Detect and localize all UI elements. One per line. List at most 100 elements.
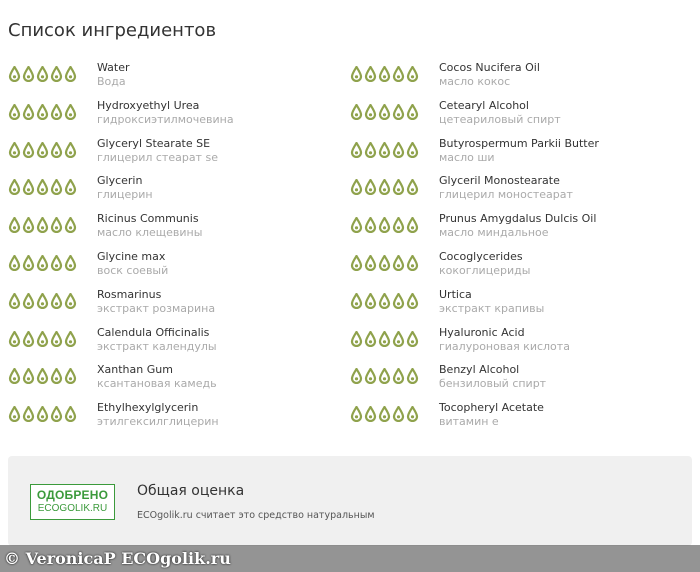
green-drop-icon [8,330,21,347]
green-drop-icon [64,141,77,158]
ingredient-russian-name: бензиловый спирт [439,377,547,391]
green-drop-icon [392,330,405,347]
green-drop-icon [392,292,405,309]
green-drop-icon [364,330,377,347]
ingredient-latin-name[interactable]: Cetearyl Alcohol [439,99,561,113]
ingredient-names: Calendula Officinalis экстракт календулы [97,326,217,353]
green-drop-icon [364,217,377,234]
green-drop-icon [350,330,363,347]
green-drop-icon [50,292,63,309]
green-drop-icon [406,179,419,196]
green-drop-icon [364,103,377,120]
green-drop-icon [8,103,21,120]
green-drop-icon [350,141,363,158]
ingredient-rating [350,250,439,271]
ingredient-row: Tocopheryl Acetate витамин е [350,401,692,439]
green-drop-icon [378,292,391,309]
ingredient-row: Prunus Amygdalus Dulcis Oil масло миндаль… [350,212,692,250]
green-drop-icon [64,330,77,347]
green-drop-icon [22,330,35,347]
ingredient-russian-name: экстракт розмарина [97,301,216,315]
ingredient-row: Cocos Nucifera Oil масло кокос [350,61,692,99]
ingredient-rating [8,137,97,158]
green-drop-icon [364,179,377,196]
ingredient-latin-name[interactable]: Cocoglycerides [439,250,530,264]
ingredient-latin-name[interactable]: Butyrospermum Parkii Butter [439,137,599,151]
ingredient-names: Cetearyl Alcohol цетеариловый спирт [439,99,561,126]
ingredient-row: Water Вода [8,61,350,99]
ingredient-russian-name: витамин е [439,415,499,429]
green-drop-icon [64,292,77,309]
green-drop-icon [350,179,363,196]
ingredient-names: Benzyl Alcohol бензиловый спирт [439,363,546,390]
ingredient-latin-name[interactable]: Hyaluronic Acid [439,326,570,340]
ingredient-names: Xanthan Gum ксантановая камедь [97,363,217,390]
green-drop-icon [392,141,405,158]
ingredient-latin-name[interactable]: Glyceril Monostearate [439,174,573,188]
green-drop-icon [64,66,77,82]
green-drop-icon [64,254,77,271]
ingredient-latin-name[interactable]: Ethylhexylglycerin [97,401,219,415]
ingredient-rating [8,61,97,82]
green-drop-icon [350,292,363,309]
green-drop-icon [378,217,391,234]
green-drop-icon [36,217,49,234]
approved-badge: ОДОБРЕНО ECOGOLIK.RU [30,484,115,520]
green-drop-icon [392,217,405,234]
ingredient-rating [350,401,439,423]
ingredient-russian-name: глицерин [97,188,153,202]
ingredient-latin-name[interactable]: Rosmarinus [97,288,215,302]
green-drop-icon [50,368,63,385]
ingredient-russian-name: цетеариловый спирт [439,112,561,126]
ingredient-latin-name[interactable]: Tocopheryl Acetate [439,401,544,415]
ingredient-russian-name: глицерил моностеарат [439,188,573,202]
green-drop-icon [64,103,77,120]
ingredient-row: Cocoglycerides кокоглицериды [350,250,692,288]
ingredient-latin-name[interactable]: Hydroxyethyl Urea [97,99,234,113]
green-drop-icon [64,217,77,234]
ingredient-row: Glycine max воск соевый [8,250,350,288]
ingredient-latin-name[interactable]: Calendula Officinalis [97,326,217,340]
green-drop-icon [406,406,419,423]
ingredient-latin-name[interactable]: Benzyl Alcohol [439,363,546,377]
ingredient-rating [350,99,439,120]
ingredient-names: Tocopheryl Acetate витамин е [439,401,544,428]
ingredient-latin-name[interactable]: Urtica [439,288,544,302]
ingredient-names: Glyceryl Stearate SE глицерил стеарат se [97,137,218,164]
ingredient-latin-name[interactable]: Prunus Amygdalus Dulcis Oil [439,212,596,226]
ingredient-row: Calendula Officinalis экстракт календулы [8,326,350,364]
green-drop-icon [392,368,405,385]
ingredient-names: Hydroxyethyl Urea гидроксиэтилмочевина [97,99,234,126]
ingredient-names: Rosmarinus экстракт розмарина [97,288,215,315]
green-drop-icon [350,406,363,423]
ingredient-row: Rosmarinus экстракт розмарина [8,288,350,326]
green-drop-icon [22,66,35,82]
ingredient-russian-name: гидроксиэтилмочевина [97,112,234,126]
green-drop-icon [50,179,63,196]
ingredient-rating [350,288,439,309]
ingredient-latin-name[interactable]: Ricinus Communis [97,212,202,226]
page-title: Список ингредиентов [8,20,217,41]
green-drop-icon [392,406,405,423]
green-drop-icon [36,141,49,158]
ingredient-russian-name: глицерил стеарат se [97,150,218,164]
green-drop-icon [378,179,391,196]
green-drop-icon [22,254,35,271]
ingredient-rating [8,212,97,234]
green-drop-icon [378,103,391,120]
ingredient-rating [350,174,439,196]
ingredient-row: Ricinus Communis масло клещевины [8,212,350,250]
green-drop-icon [8,292,21,309]
ingredient-latin-name[interactable]: Water [97,61,130,75]
ingredient-rating [8,326,97,347]
ingredient-row: Hydroxyethyl Urea гидроксиэтилмочевина [8,99,350,137]
ingredient-latin-name[interactable]: Glyceryl Stearate SE [97,137,218,151]
green-drop-icon [8,66,21,82]
green-drop-icon [36,406,49,423]
ingredient-latin-name[interactable]: Cocos Nucifera Oil [439,61,540,75]
ingredient-latin-name[interactable]: Glycerin [97,174,153,188]
ingredient-row: Butyrospermum Parkii Butter масло ши [350,137,692,175]
ingredient-latin-name[interactable]: Xanthan Gum [97,363,217,377]
ingredient-russian-name: гиалуроновая кислота [439,339,570,353]
ingredient-latin-name[interactable]: Glycine max [97,250,168,264]
